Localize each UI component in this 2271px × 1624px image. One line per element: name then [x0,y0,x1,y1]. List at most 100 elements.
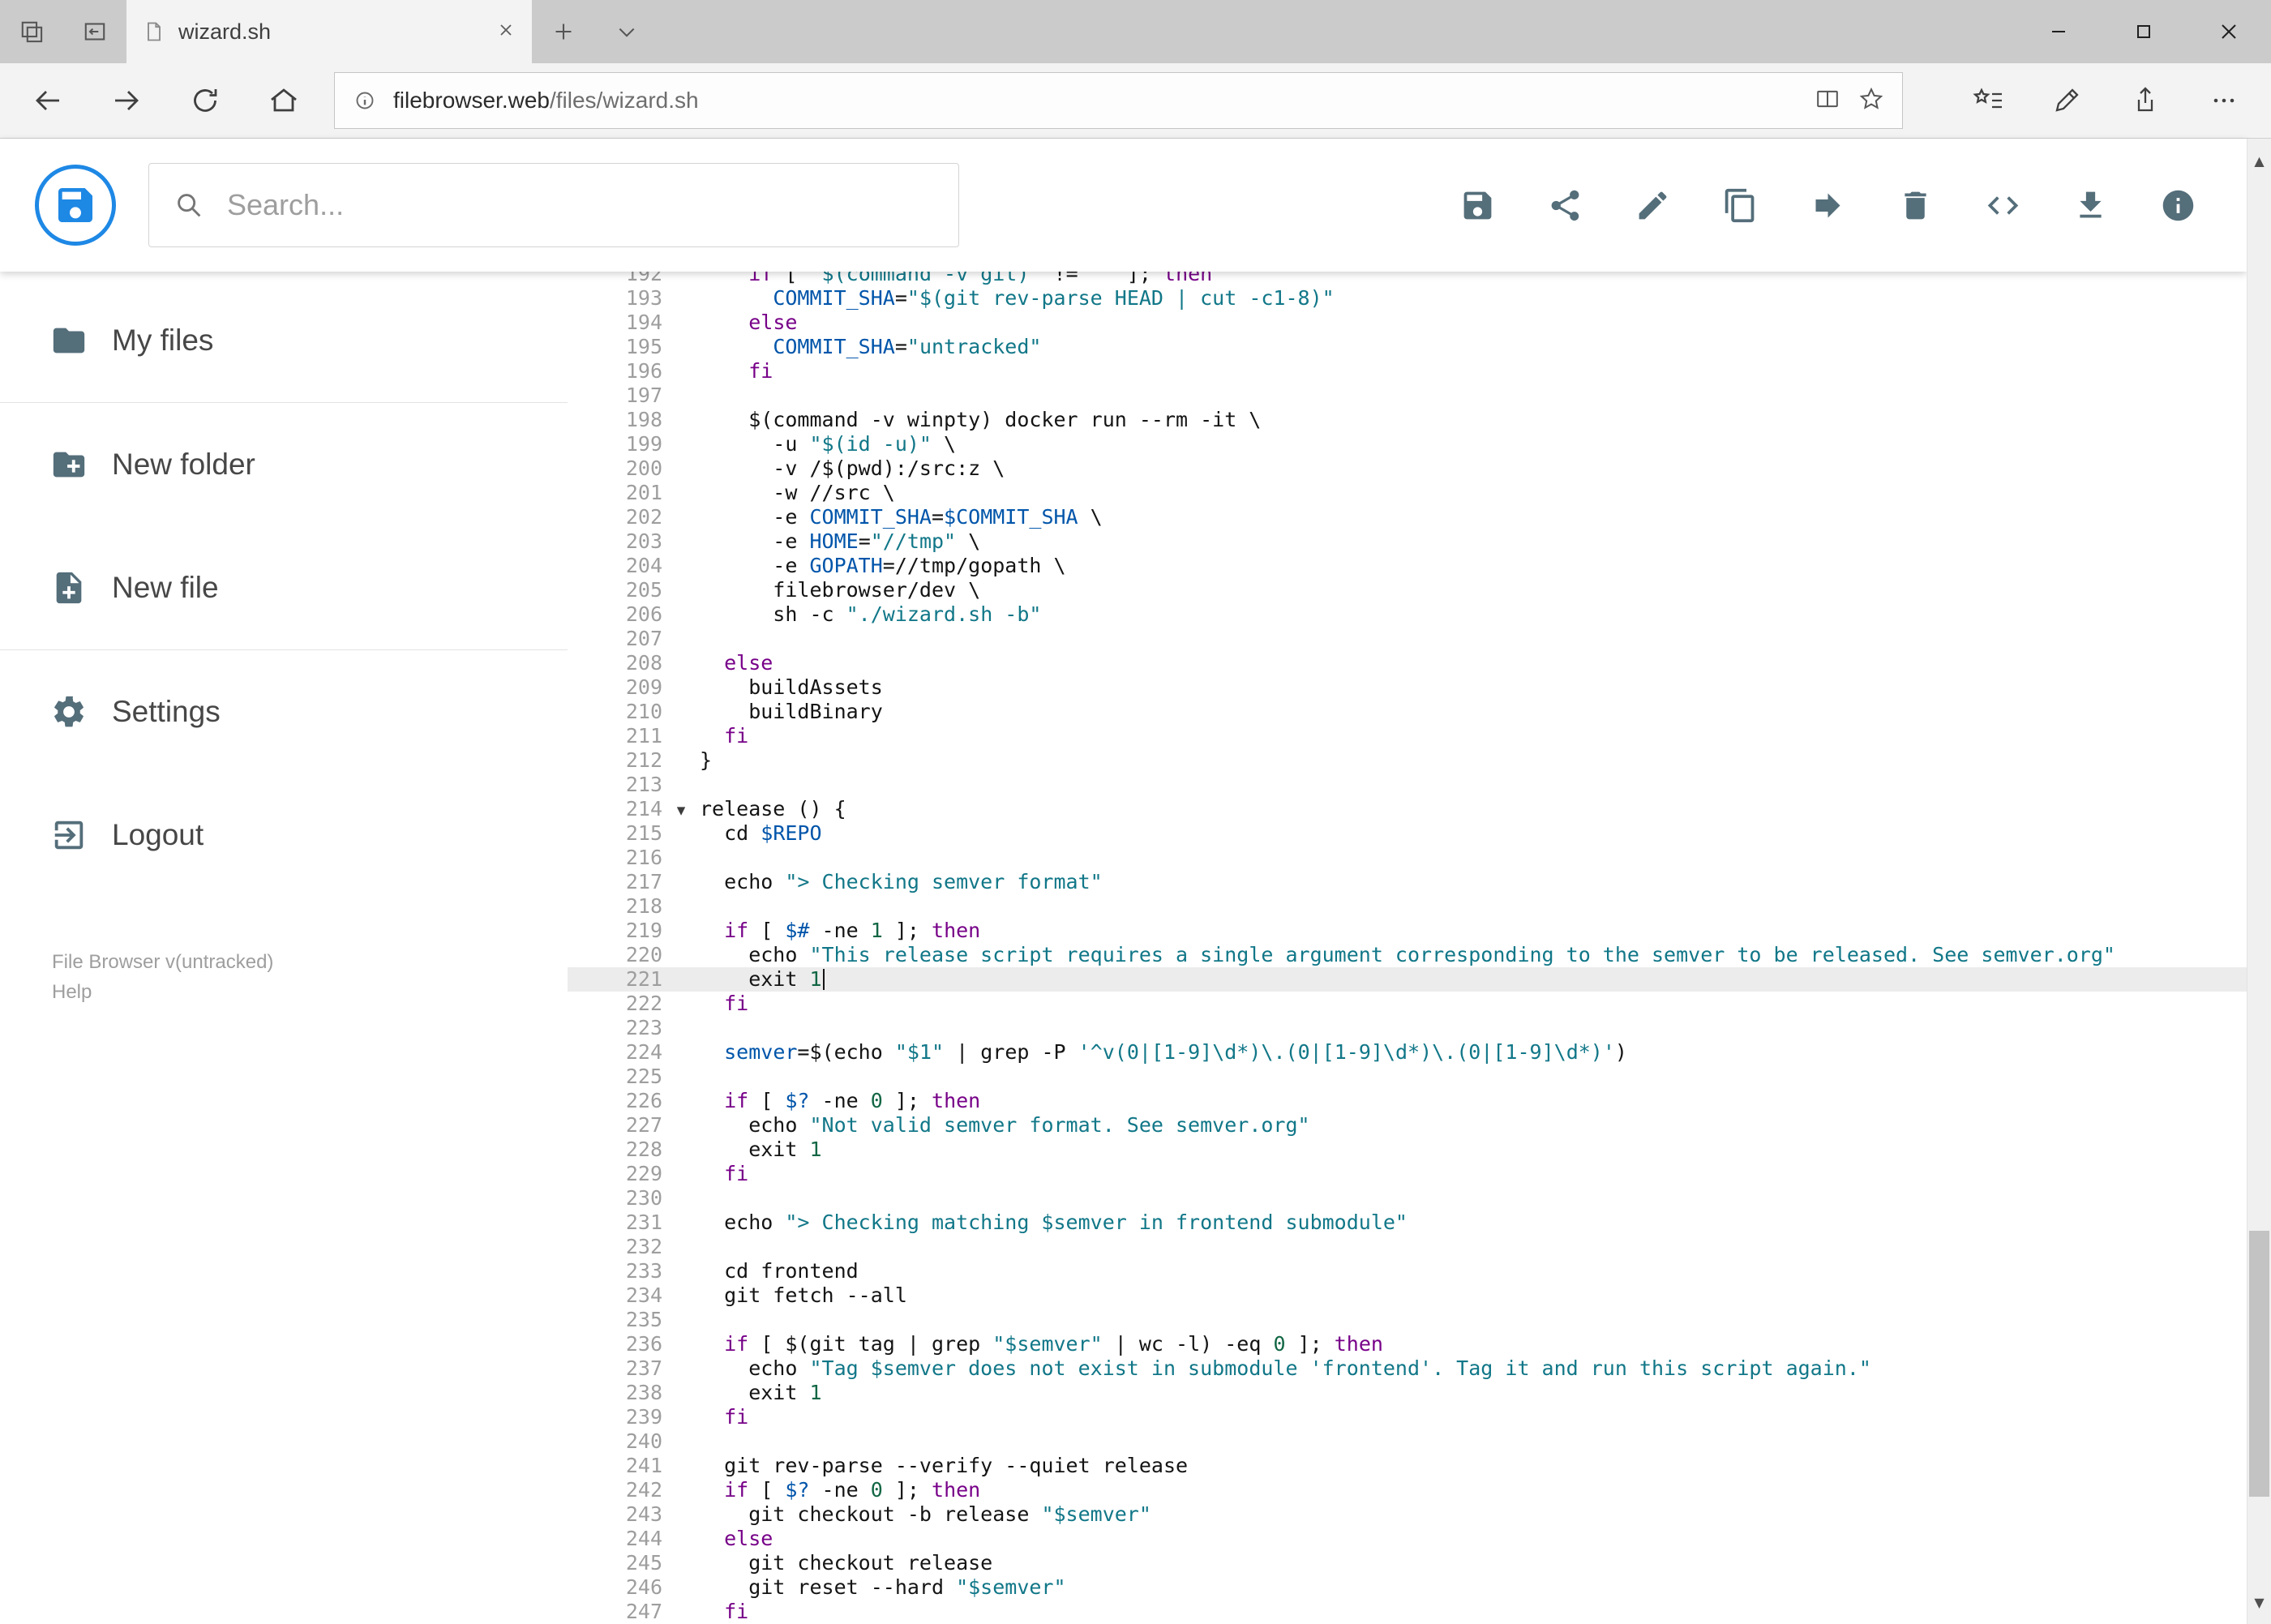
code-line-text[interactable]: filebrowser/dev \ [700,578,2247,602]
code-line-text[interactable] [700,773,2247,797]
share-button[interactable] [1547,187,1583,224]
tab-preview-button[interactable] [0,0,63,63]
code-line-text[interactable] [700,1016,2247,1040]
code-line-text[interactable] [700,1186,2247,1211]
sidebar-item-logout[interactable]: Logout [0,773,568,897]
code-line-text[interactable] [700,1308,2247,1332]
code-line-text[interactable]: COMMIT_SHA="untracked" [700,335,2247,359]
reading-view-button[interactable] [1811,83,1844,119]
code-line-text[interactable]: fi [700,359,2247,384]
code-line-text[interactable]: fi [700,1405,2247,1429]
refresh-button[interactable] [165,66,244,135]
code-line-text[interactable]: echo "> Checking semver format" [700,870,2247,894]
code-line-text[interactable]: fi [700,724,2247,748]
code-line-text[interactable] [700,1429,2247,1454]
code-line-text[interactable] [700,384,2247,408]
fold-arrow-icon[interactable]: ▾ [677,800,686,820]
share-page-button[interactable] [2106,66,2184,135]
code-line-text[interactable]: else [700,311,2247,335]
code-line-text[interactable]: if [ "$(command -v git)" != "" ]; then [700,272,2247,286]
raw-code-button[interactable] [1985,187,2021,224]
code-line-text[interactable]: COMMIT_SHA="$(git rev-parse HEAD | cut -… [700,286,2247,311]
download-button[interactable] [2072,187,2109,224]
code-line-text[interactable]: semver=$(echo "$1" | grep -P '^v(0|[1-9]… [700,1040,2247,1065]
code-line-text[interactable]: exit 1 [700,1138,2247,1162]
favorite-star-button[interactable] [1855,83,1888,119]
scrollbar-thumb[interactable] [2249,1231,2269,1497]
back-button[interactable] [8,66,87,135]
code-line-text[interactable]: git reset --hard "$semver" [700,1575,2247,1600]
code-line-text[interactable]: if [ $? -ne 0 ]; then [700,1478,2247,1502]
code-line-text[interactable]: if [ $? -ne 0 ]; then [700,1089,2247,1113]
copy-button[interactable] [1722,187,1759,224]
move-button[interactable] [1810,187,1846,224]
code-line-text[interactable]: -w //src \ [700,481,2247,505]
code-editor[interactable]: 192 if [ "$(command -v git)" != "" ]; th… [568,272,2247,1624]
search-box[interactable] [148,163,959,247]
code-line-text[interactable] [700,846,2247,870]
address-bar[interactable]: filebrowser.web/files/wizard.sh [334,72,1903,129]
code-line-text[interactable]: exit 1 [700,1381,2247,1405]
window-maximize-button[interactable] [2101,0,2186,63]
filebrowser-logo[interactable] [35,165,116,246]
code-line-text[interactable]: release () { [700,797,2247,821]
sidebar-item-settings[interactable]: Settings [0,650,568,773]
scroll-down-button[interactable]: ▼ [2247,1580,2271,1624]
code-line-text[interactable]: else [700,1527,2247,1551]
code-line-text[interactable]: git rev-parse --verify --quiet release [700,1454,2247,1478]
code-line-text[interactable]: git fetch --all [700,1283,2247,1308]
hub-favorites-button[interactable] [1948,66,2027,135]
tab-close-button[interactable] [496,20,516,44]
code-line-text[interactable]: if [ $(git tag | grep "$semver" | wc -l)… [700,1332,2247,1356]
window-close-button[interactable] [2186,0,2271,63]
set-tabs-aside-button[interactable] [63,0,126,63]
code-line-text[interactable]: cd frontend [700,1259,2247,1283]
code-line-text[interactable]: exit 1 [700,967,2247,992]
code-line-text[interactable]: buildBinary [700,700,2247,724]
code-line-text[interactable]: -v /$(pwd):/src:z \ [700,456,2247,481]
code-line-text[interactable]: echo "This release script requires a sin… [700,943,2247,967]
code-line-text[interactable]: echo "> Checking matching $semver in fro… [700,1211,2247,1235]
code-line-text[interactable]: git checkout -b release "$semver" [700,1502,2247,1527]
help-link[interactable]: Help [52,977,568,1007]
search-input[interactable] [227,188,936,222]
forward-button[interactable] [87,66,165,135]
code-line-text[interactable]: echo "Tag $semver does not exist in subm… [700,1356,2247,1381]
save-button[interactable] [1459,187,1496,224]
code-line-text[interactable]: -e HOME="//tmp" \ [700,529,2247,554]
code-line-text[interactable] [700,1065,2247,1089]
code-line-text[interactable]: -e GOPATH=//tmp/gopath \ [700,554,2247,578]
code-line-text[interactable] [700,627,2247,651]
code-line-text[interactable]: else [700,651,2247,675]
code-line-text[interactable] [700,1235,2247,1259]
info-button[interactable] [2160,187,2196,224]
browser-tab[interactable]: wizard.sh [126,0,532,63]
code-line-text[interactable]: fi [700,1600,2247,1624]
code-line-text[interactable]: fi [700,992,2247,1016]
delete-button[interactable] [1897,187,1934,224]
code-line-text[interactable]: if [ $# -ne 1 ]; then [700,919,2247,943]
code-line-text[interactable]: fi [700,1162,2247,1186]
tab-list-button[interactable] [595,0,658,63]
code-line-text[interactable]: cd $REPO [700,821,2247,846]
code-line-text[interactable]: git checkout release [700,1551,2247,1575]
code-line-text[interactable]: -e COMMIT_SHA=$COMMIT_SHA \ [700,505,2247,529]
rename-button[interactable] [1635,187,1671,224]
new-tab-button[interactable] [532,0,595,63]
code-line-text[interactable]: sh -c "./wizard.sh -b" [700,602,2247,627]
web-notes-button[interactable] [2027,66,2106,135]
sidebar-item-new-folder[interactable]: New folder [0,403,568,526]
code-line-text[interactable] [700,894,2247,919]
more-menu-button[interactable] [2184,66,2263,135]
sidebar-item-new-file[interactable]: New file [0,526,568,649]
scroll-up-button[interactable]: ▲ [2247,139,2271,182]
code-line-text[interactable]: $(command -v winpty) docker run --rm -it… [700,408,2247,432]
code-line-text[interactable]: } [700,748,2247,773]
sidebar-item-my-files[interactable]: My files [0,279,568,402]
code-line-text[interactable]: echo "Not valid semver format. See semve… [700,1113,2247,1138]
code-line-text[interactable]: -u "$(id -u)" \ [700,432,2247,456]
page-scrollbar[interactable]: ▲ ▼ [2247,139,2271,1624]
window-minimize-button[interactable] [2016,0,2101,63]
code-line-text[interactable]: buildAssets [700,675,2247,700]
home-button[interactable] [244,66,323,135]
